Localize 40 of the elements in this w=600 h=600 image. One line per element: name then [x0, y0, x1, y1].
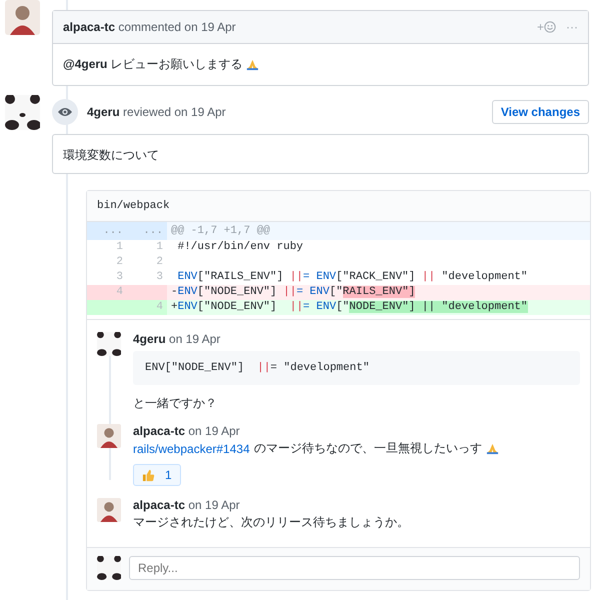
- line-number: 4: [127, 300, 167, 315]
- line-number: 1: [115, 240, 124, 255]
- comment-text: @4geru レビューお願いしまする: [63, 56, 243, 73]
- line-number: 2: [155, 255, 164, 270]
- comment-meta: alpaca-tc commented on 19 Apr: [63, 20, 236, 34]
- thumbs-up-reaction[interactable]: 1: [133, 464, 181, 486]
- view-changes-button[interactable]: View changes: [492, 100, 589, 124]
- issue-link[interactable]: rails/webpacker#1434: [133, 442, 250, 456]
- avatar: [97, 332, 121, 356]
- comment-meta: alpaca-tc on 19 Apr: [133, 498, 240, 512]
- code-line: ENV["RAILS_ENV"] ||= ENV["RACK_ENV"] || "development": [176, 270, 528, 285]
- line-number: ...: [87, 222, 127, 240]
- line-number: 3: [155, 270, 164, 285]
- line-number: 2: [115, 255, 124, 270]
- thumbs-up-icon: [142, 468, 155, 482]
- code-line: @@ -1,7 +1,7 @@: [170, 224, 272, 239]
- avatar: [97, 556, 121, 580]
- code-line: +ENV["NODE_ENV"] ||= ENV["NODE_ENV"] || "development": [170, 300, 528, 315]
- code-line: -ENV["NODE_ENV"] ||= ENV["RAILS_ENV"]: [170, 285, 416, 300]
- review-text: 環境変数について: [63, 148, 159, 162]
- line-number: ...: [127, 222, 167, 240]
- comment-text: と一緒ですか？: [133, 395, 217, 412]
- avatar: [97, 424, 121, 448]
- avatar: [5, 0, 40, 35]
- comment-text: のマージ待ちなので、一旦無視したいっす: [254, 440, 482, 457]
- code-block: ENV["NODE_ENV"] ||= "development": [133, 351, 580, 385]
- review-meta: 4geru reviewed on 19 Apr: [87, 105, 227, 119]
- comment-meta: alpaca-tc on 19 Apr: [133, 424, 240, 438]
- avatar: [97, 498, 121, 522]
- reply-field[interactable]: Reply...: [129, 556, 580, 580]
- file-path: bin/webpack: [87, 191, 590, 222]
- line-number: 1: [155, 240, 164, 255]
- praying-hands-icon: [486, 442, 499, 455]
- comment-text: マージされたけど、次のリリース待ちましょうか。: [133, 514, 409, 531]
- comment-meta: 4geru on 19 Apr: [133, 332, 220, 346]
- line-number: 3: [115, 270, 124, 285]
- code-line: #!/usr/bin/env ruby: [176, 240, 304, 255]
- line-number: 4: [87, 285, 127, 300]
- avatar: [5, 94, 40, 130]
- praying-hands-icon: [246, 58, 259, 71]
